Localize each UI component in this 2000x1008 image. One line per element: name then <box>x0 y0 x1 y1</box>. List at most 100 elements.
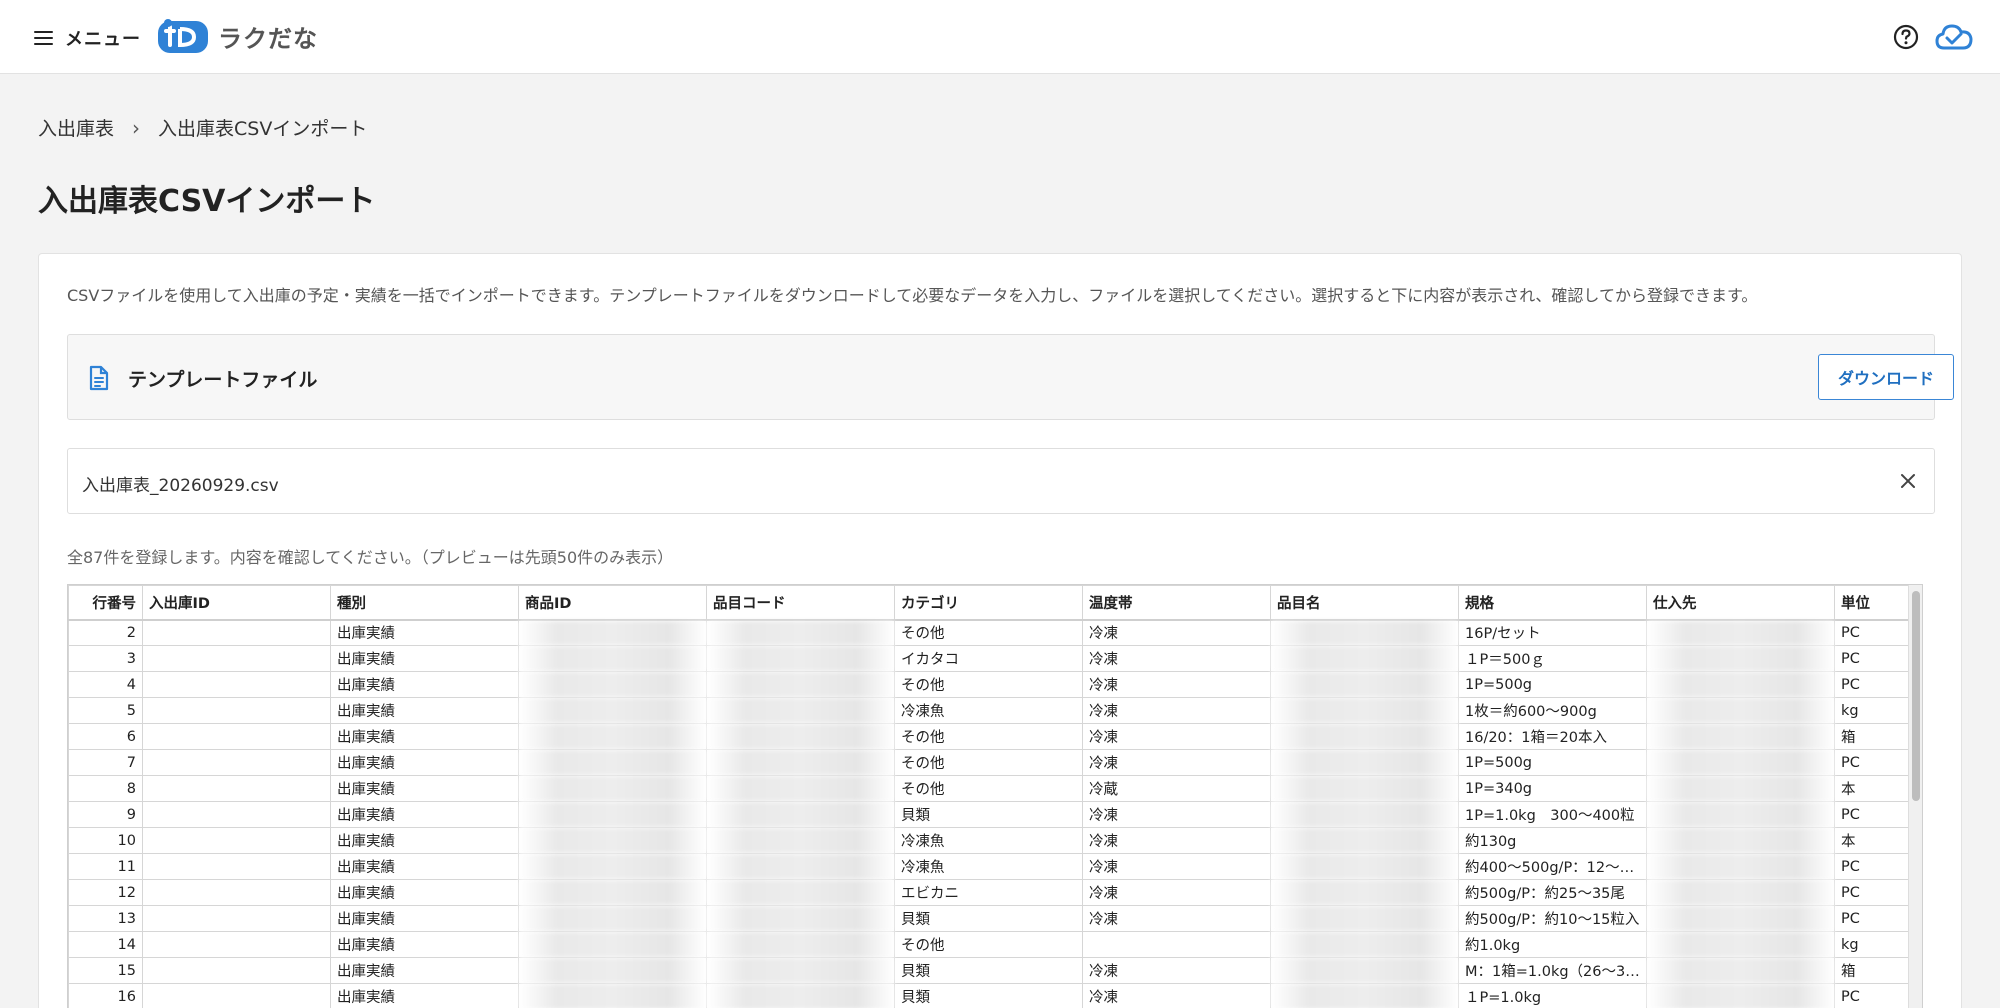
table-row: 12 出庫実績 エビカニ 冷凍 約500g/P：約25〜35尾 PC <box>68 879 1922 906</box>
help-icon[interactable] <box>1892 23 1920 51</box>
table-scrollbar[interactable] <box>1908 585 1922 1008</box>
table-cell: 出庫実績 <box>330 671 519 698</box>
table-cell <box>706 983 895 1008</box>
menu-label: メニュー <box>65 29 141 50</box>
table-row: 15 出庫実績 貝類 冷凍 M：1箱=1.0kg（26〜3… 箱 <box>68 957 1922 984</box>
table-row: 3 出庫実績 イカタコ 冷凍 １P＝500ｇ PC <box>68 645 1922 672</box>
table-cell <box>142 775 331 802</box>
table-row: 13 出庫実績 貝類 冷凍 約500g/P：約10〜15粒入 PC <box>68 905 1922 932</box>
table-cell <box>518 957 707 984</box>
table-cell <box>1270 905 1459 932</box>
table-cell: 16 <box>68 983 143 1008</box>
table-cell <box>518 749 707 776</box>
table-cell <box>142 749 331 776</box>
scrollbar-thumb[interactable] <box>1912 591 1920 801</box>
table-cell: 1P=500g <box>1458 671 1647 698</box>
table-cell: １P=1.0kg <box>1458 983 1647 1008</box>
table-cell <box>1646 723 1835 750</box>
table-cell <box>518 645 707 672</box>
app-logo[interactable]: ラクだな <box>156 16 318 56</box>
table-cell <box>518 905 707 932</box>
download-button[interactable]: ダウンロード <box>1818 354 1954 400</box>
table-cell: 12 <box>68 879 143 906</box>
table-cell: 1P=340g <box>1458 775 1647 802</box>
breadcrumb-parent-link[interactable]: 入出庫表 <box>38 114 114 141</box>
table-cell <box>1270 931 1459 958</box>
table-cell: 貝類 <box>894 905 1083 932</box>
table-cell <box>142 697 331 724</box>
breadcrumb: 入出庫表 › 入出庫表CSVインポート <box>38 114 367 141</box>
table-cell: 3 <box>68 645 143 672</box>
selected-file-box: 入出庫表_20260929.csv <box>67 448 1935 514</box>
table-cell: 約1.0kg <box>1458 931 1647 958</box>
table-cell: 冷凍 <box>1082 697 1271 724</box>
table-cell <box>518 697 707 724</box>
table-cell: 2 <box>68 619 143 646</box>
table-cell <box>706 775 895 802</box>
table-cell <box>706 671 895 698</box>
document-icon <box>89 365 109 391</box>
table-cell: 4 <box>68 671 143 698</box>
table-cell: 出庫実績 <box>330 723 519 750</box>
table-cell: 出庫実績 <box>330 749 519 776</box>
table-cell: 8 <box>68 775 143 802</box>
close-icon[interactable] <box>1898 471 1918 491</box>
table-row: 8 出庫実績 その他 冷蔵 1P=340g 本 <box>68 775 1922 802</box>
logo-text: ラクだな <box>218 24 318 53</box>
table-cell: 16P/セット <box>1458 619 1647 646</box>
table-cell <box>706 879 895 906</box>
table-cell: 出庫実績 <box>330 983 519 1008</box>
table-cell <box>142 723 331 750</box>
table-cell: 冷凍魚 <box>894 697 1083 724</box>
table-cell <box>706 827 895 854</box>
table-cell: 冷凍 <box>1082 749 1271 776</box>
table-cell: 13 <box>68 905 143 932</box>
table-cell <box>518 723 707 750</box>
table-row: 7 出庫実績 その他 冷凍 1P=500g PC <box>68 749 1922 776</box>
table-cell: その他 <box>894 671 1083 698</box>
table-cell: 約500g/P：約10〜15粒入 <box>1458 905 1647 932</box>
table-cell <box>706 723 895 750</box>
preview-table-container: 行番号 入出庫ID 種別 商品ID 品目コード カテゴリ 温度帯 品目名 規格 仕入先 単位 2 出庫… <box>67 584 1923 1008</box>
table-cell <box>706 619 895 646</box>
table-cell <box>1270 645 1459 672</box>
table-cell: 冷蔵 <box>1082 775 1271 802</box>
table-cell <box>706 697 895 724</box>
table-cell <box>1646 983 1835 1008</box>
table-cell <box>142 619 331 646</box>
menu-button[interactable]: メニュー <box>34 24 141 52</box>
table-cell: 16/20：1箱＝20本入 <box>1458 723 1647 750</box>
table-cell <box>1646 905 1835 932</box>
table-cell <box>1646 619 1835 646</box>
table-cell: その他 <box>894 749 1083 776</box>
table-row: 2 出庫実績 その他 冷凍 16P/セット PC <box>68 619 1922 646</box>
table-cell: 冷凍魚 <box>894 853 1083 880</box>
table-row: 9 出庫実績 貝類 冷凍 1P=1.0kg 300〜400粒 PC <box>68 801 1922 828</box>
table-cell <box>142 801 331 828</box>
table-row: 10 出庫実績 冷凍魚 冷凍 約130g 本 <box>68 827 1922 854</box>
table-cell: 出庫実績 <box>330 775 519 802</box>
table-row: 11 出庫実績 冷凍魚 冷凍 約400〜500g/P：12〜… PC <box>68 853 1922 880</box>
table-cell <box>1270 619 1459 646</box>
table-cell: 出庫実績 <box>330 853 519 880</box>
table-cell <box>1270 853 1459 880</box>
cloud-sync-icon[interactable] <box>1934 20 1974 54</box>
column-header: 入出庫ID <box>142 585 331 621</box>
column-header: 品目名 <box>1270 585 1459 621</box>
table-cell: イカタコ <box>894 645 1083 672</box>
table-cell <box>1646 827 1835 854</box>
table-cell: 約500g/P：約25〜35尾 <box>1458 879 1647 906</box>
table-cell: 15 <box>68 957 143 984</box>
table-cell: 冷凍 <box>1082 801 1271 828</box>
table-cell: 冷凍 <box>1082 723 1271 750</box>
table-cell <box>518 879 707 906</box>
table-cell: 11 <box>68 853 143 880</box>
table-cell <box>1646 801 1835 828</box>
table-cell: 貝類 <box>894 801 1083 828</box>
table-cell <box>518 801 707 828</box>
table-cell: １P＝500ｇ <box>1458 645 1647 672</box>
import-card: CSVファイルを使用して入出庫の予定・実績を一括でインポートできます。テンプレー… <box>38 253 1962 1008</box>
table-cell: 出庫実績 <box>330 801 519 828</box>
column-header: 種別 <box>330 585 519 621</box>
table-cell: 貝類 <box>894 957 1083 984</box>
